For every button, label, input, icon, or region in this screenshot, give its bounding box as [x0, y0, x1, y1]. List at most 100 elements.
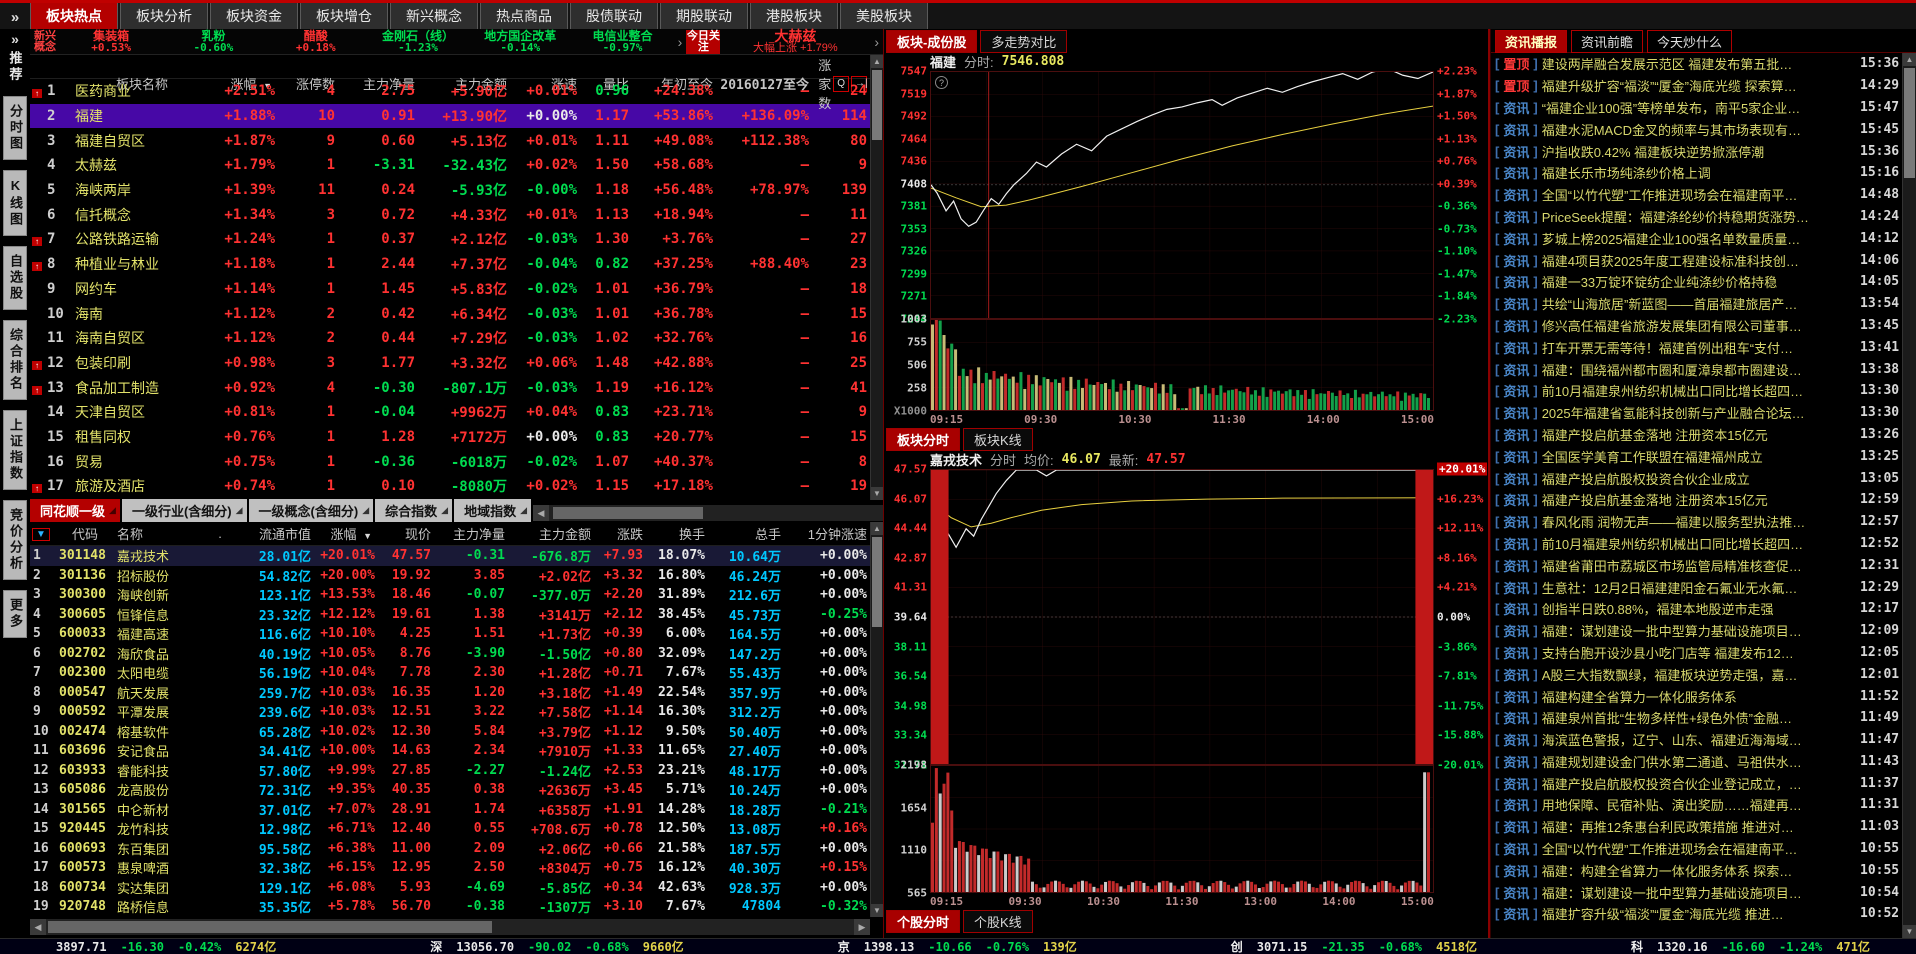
stock-row-000547[interactable]: 8000547航天发展259.7亿+10.03%16.351.20+3.18亿+… — [30, 683, 870, 703]
news-item[interactable]: [资讯]“福建企业100强”等榜单发布，南平5家企业…15:47 — [1491, 97, 1902, 119]
hscrollbar-thumb[interactable] — [48, 921, 492, 933]
sector-row-旅游及酒店[interactable]: ↑17旅游及酒店+0.74%10.10-8080万+0.02%1.15+17.1… — [30, 474, 870, 499]
tabs-hscrollbar[interactable]: ◀ — [533, 505, 883, 521]
news-item[interactable]: [资讯]福建省莆田市荔城区市场监管局精准核查促…12:31 — [1491, 554, 1902, 576]
sector-row-福建自贸区[interactable]: 3福建自贸区+1.87%90.60+5.13亿+0.01%1.11+49.08%… — [30, 128, 870, 153]
news-item[interactable]: [资讯]春风化雨 润物无声——福建以服务型执法推…12:57 — [1491, 511, 1902, 533]
news-item[interactable]: [资讯]沪指收跌0.42% 福建板块逆势掀涨停潮15:36 — [1491, 140, 1902, 162]
sector-row-海南自贸区[interactable]: 11海南自贸区+1.12%20.44+7.29亿-0.03%1.02+32.76… — [30, 326, 870, 351]
chart1-tab-多走势对比[interactable]: 多走势对比 — [980, 30, 1067, 53]
sidebar-item-K线图[interactable]: K线图 — [3, 170, 27, 236]
sector-row-太赫兹[interactable]: 4太赫兹+1.79%1-3.31-32.43亿+0.02%1.50+58.68%… — [30, 153, 870, 178]
focus-next-icon[interactable]: › — [870, 34, 883, 50]
news-item[interactable]: [资讯]海滨蓝色警报，辽宁、山东、福建近海海域…11:47 — [1491, 729, 1902, 751]
scroll-up-icon[interactable]: ▲ — [1903, 53, 1916, 66]
scroll-left-icon[interactable]: ◀ — [30, 919, 46, 935]
index-status-group[interactable]: 京1398.13-10.66-0.76%139亿 — [838, 938, 1077, 954]
menu-tab-港股板块[interactable]: 港股板块 — [750, 2, 838, 29]
hscrollbar-thumb[interactable] — [553, 507, 703, 519]
scrollbar-thumb[interactable] — [872, 70, 882, 140]
collapse-sidebar-icon[interactable]: » — [11, 31, 19, 47]
news-item[interactable]: [资讯]福建长乐市场纯涤纱价格上调15:16 — [1491, 162, 1902, 184]
news-item[interactable]: [资讯]用地保障、民宿补贴、演出奖励……福建再…11:31 — [1491, 794, 1902, 816]
scroll-up-icon[interactable]: ▲ — [871, 55, 883, 68]
chart2-price-plot[interactable] — [930, 469, 1434, 765]
news-item[interactable]: [资讯]福建产投启航股权投资合伙企业登记成立，…11:37 — [1491, 772, 1902, 794]
sector-table-scrollbar[interactable]: ▲ ▼ — [870, 55, 883, 500]
news-item[interactable]: [资讯]福建泉州首批“生物多样性+绿色外债”金融…11:49 — [1491, 707, 1902, 729]
scroll-up-icon[interactable]: ▲ — [871, 522, 883, 535]
column-header-涨跌[interactable]: 涨跌 — [594, 524, 646, 543]
filter-icon[interactable]: ▼ — [32, 528, 50, 541]
news-item[interactable]: [资讯]福建水泥MACD金叉的频率与其市场表现有…15:45 — [1491, 118, 1902, 140]
ticker-item[interactable]: 地方国企改革-0.14% — [469, 30, 571, 54]
expand-menu-icon[interactable]: » — [0, 7, 30, 29]
ticker-next-icon[interactable]: › — [674, 34, 687, 50]
today-focus-button[interactable]: 今日关注 — [686, 30, 720, 54]
stock-row-002702[interactable]: 6002702海欣食品40.19亿+10.05%8.76-3.90-1.50亿+… — [30, 644, 870, 664]
column-header-代码[interactable]: 代码 — [56, 524, 114, 543]
ticker-item[interactable]: 乳粉-0.60% — [162, 30, 264, 54]
news-item[interactable]: [资讯]支持台胞开设沙县小吃门店等 福建发布12…12:05 — [1491, 642, 1902, 664]
index-status-group[interactable]: 3897.71-16.30-0.42%6274亿 — [56, 938, 276, 954]
menu-tab-板块分析[interactable]: 板块分析 — [120, 2, 208, 29]
news-item[interactable]: [资讯]福建：再推12条惠台利民政策措施 推进对…11:03 — [1491, 816, 1902, 838]
sidebar-item-推荐[interactable]: 推荐 — [6, 51, 25, 83]
stock-row-600033[interactable]: 5600033福建高速116.6亿+10.10%4.251.51+1.73亿+0… — [30, 624, 870, 644]
news-item[interactable]: [资讯]全国医学美育工作联盟在福建福州成立13:25 — [1491, 445, 1902, 467]
news-item[interactable]: [资讯]福建产投启航股权投资合伙企业成立13:05 — [1491, 467, 1902, 489]
classification-tab-一级行业(含细分)[interactable]: 一级行业(含细分)◢ — [122, 499, 247, 522]
news-item[interactable]: [资讯]福建：围绕福州都市圈和厦漳泉都市圈建设…13:38 — [1491, 358, 1902, 380]
menu-tab-美股板块[interactable]: 美股板块 — [840, 2, 928, 29]
news-item[interactable]: [资讯]福建构建全省算力一体化服务体系11:52 — [1491, 685, 1902, 707]
news-item[interactable]: [资讯]前10月福建泉州纺织机械出口同比增长超四…12:52 — [1491, 533, 1902, 555]
focus-stock[interactable]: 大赫兹 大幅上涨 +1.79% — [720, 30, 870, 54]
scrollbar-thumb[interactable] — [872, 537, 882, 627]
news-item[interactable]: [资讯]福建产投启航基金落地 注册资本15亿元13:26 — [1491, 424, 1902, 446]
news-item[interactable]: [资讯]福建4项目获2025年度工程建设标准科技创…14:06 — [1491, 249, 1902, 271]
news-item[interactable]: [资讯]A股三大指数飘绿，福建板块逆势走强，嘉…12:01 — [1491, 663, 1902, 685]
classification-tab-同花顺一级[interactable]: 同花顺一级◢ — [30, 499, 120, 522]
stock-table-hscrollbar[interactable]: ◀ ▶ — [30, 919, 870, 935]
news-item[interactable]: [资讯]福建：谋划建设一批中型算力基础设施项目…10:54 — [1491, 881, 1902, 903]
sector-row-种植业与林业[interactable]: ↑8种植业与林业+1.18%12.44+7.37亿-0.04%0.82+37.2… — [30, 252, 870, 277]
stock-row-600734[interactable]: 18600734实达集团129.1亿+6.08%5.93-4.69-5.85亿+… — [30, 878, 870, 898]
stock-row-002474[interactable]: 10002474榕基软件65.28亿+10.02%12.305.84+3.79亿… — [30, 722, 870, 742]
chart2-tab-板块K线[interactable]: 板块K线 — [963, 428, 1033, 451]
menu-tab-板块资金[interactable]: 板块资金 — [210, 2, 298, 29]
sidebar-item-上证指数[interactable]: 上证指数 — [3, 410, 27, 490]
column-header-1分钟涨速[interactable]: 1分钟涨速 — [784, 524, 870, 543]
sector-row-租售同权[interactable]: 15租售同权+0.76%11.28+7172万+0.00%0.83+20.77%… — [30, 425, 870, 450]
news-item[interactable]: [资讯]PriceSeek提醒：福建涤纶纱价持稳期货涨势…14:24 — [1491, 206, 1902, 228]
sidebar-item-分时图[interactable]: 分时图 — [3, 96, 27, 160]
ticker-item[interactable]: 醋酸+0.18% — [265, 30, 367, 54]
chart1-price-plot[interactable]: ? — [930, 71, 1434, 319]
scroll-down-icon[interactable]: ▼ — [871, 904, 883, 917]
sidebar-item-综合排名[interactable]: 综合排名 — [3, 320, 27, 400]
stock-row-603696[interactable]: 11603696安记食品34.41亿+10.00%14.632.34+7910万… — [30, 741, 870, 761]
stock-view-tab-个股分时[interactable]: 个股分时 — [886, 910, 960, 933]
news-item[interactable]: [置顶]福建升级扩容“福淡”“厦金”海底光缆 探索算…14:29 — [1491, 75, 1902, 97]
column-header-主力金额[interactable]: 主力金额 — [508, 524, 594, 543]
sidebar-item-竞价分析[interactable]: 竞价分析 — [3, 500, 27, 580]
ticker-item[interactable]: 金刚石（线）-1.23% — [367, 30, 469, 54]
index-status-group[interactable]: 深13056.70-90.02-0.68%9660亿 — [430, 938, 683, 954]
news-item[interactable]: [资讯]打车开票无需等待！福建首例出租车“支付…13:41 — [1491, 336, 1902, 358]
stock-row-600693[interactable]: 16600693东百集团95.58亿+6.38%11.002.09+2.06亿+… — [30, 839, 870, 859]
news-item[interactable]: [资讯]福建扩容升级“福淡”“厦金”海底光缆 推进…10:52 — [1491, 903, 1902, 925]
news-item[interactable]: [资讯]前10月福建泉州纺织机械出口同比增长超四…13:30 — [1491, 380, 1902, 402]
scroll-left-icon[interactable]: ◀ — [533, 505, 549, 521]
sector-row-福建[interactable]: 2福建+1.88%100.91+13.90亿+0.00%1.17+53.86%+… — [30, 104, 870, 129]
stock-row-605086[interactable]: 13605086龙高股份72.31亿+9.35%40.350.38+2636万+… — [30, 780, 870, 800]
news-item[interactable]: [资讯]福建一33万锭环锭纺企业纯涤纱价格持稳14:05 — [1491, 271, 1902, 293]
menu-tab-热点商品[interactable]: 热点商品 — [480, 2, 568, 29]
news-item[interactable]: [资讯]芗城上榜2025福建企业100强名单数量质量…14:12 — [1491, 227, 1902, 249]
sector-row-包装印刷[interactable]: ↑12包装印刷+0.98%31.77+3.32亿+0.06%1.48+42.88… — [30, 351, 870, 376]
classification-tab-综合指数[interactable]: 综合指数◢ — [375, 499, 452, 522]
news-item[interactable]: [资讯]福建规划建设金门供水第二通道、马祖供水…11:43 — [1491, 751, 1902, 773]
stock-row-000592[interactable]: 9000592平潭发展239.6亿+10.03%12.513.22+7.58亿+… — [30, 702, 870, 722]
stock-row-920445[interactable]: 15920445龙竹科技12.98亿+6.71%12.400.55+708.6万… — [30, 819, 870, 839]
stock-row-920748[interactable]: 19920748路桥信息35.35亿+5.78%56.70-0.38-1307万… — [30, 897, 870, 917]
column-header-总手[interactable]: 总手 — [708, 524, 784, 543]
sector-row-网约车[interactable]: 9网约车+1.14%11.45+5.83亿-0.02%1.01+36.79%—1… — [30, 277, 870, 302]
